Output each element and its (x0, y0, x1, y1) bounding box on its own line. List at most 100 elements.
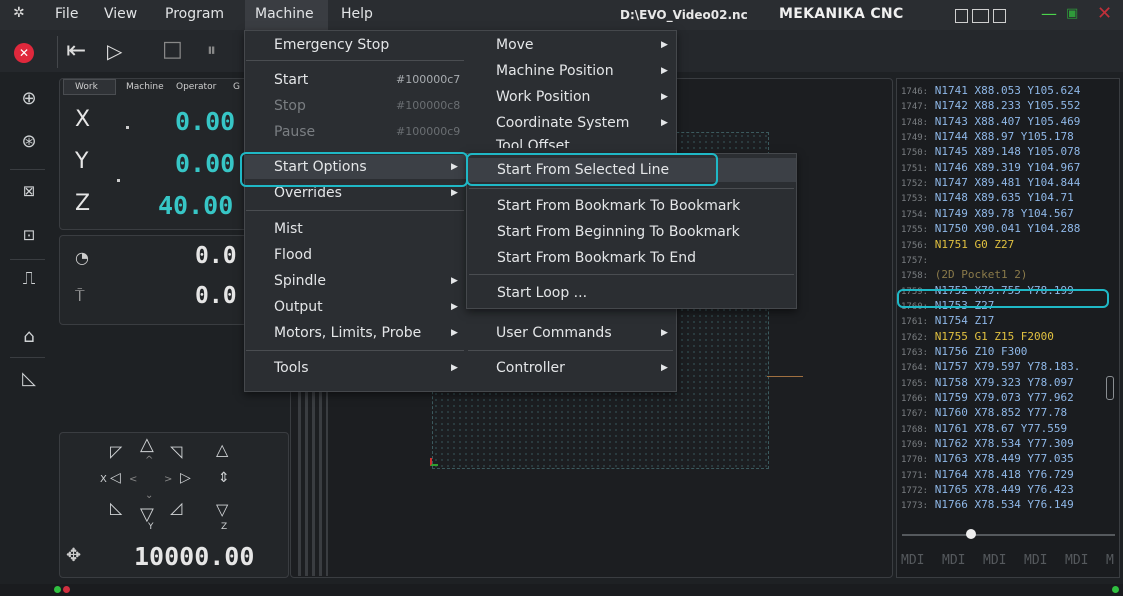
submenu-arrow-icon: ▶ (451, 363, 458, 373)
gcode-line[interactable]: 1763: N1756 Z10 F300 (901, 345, 1027, 358)
gcode-line[interactable]: 1758: (2D Pocket1 2) (901, 268, 1027, 281)
gcode-line[interactable]: 1762: N1755 G1 Z15 F2000 (901, 330, 1054, 343)
code-scrollbar[interactable] (1106, 376, 1114, 400)
menu-help[interactable]: Help (341, 6, 373, 22)
jog-x-label: X (100, 474, 107, 485)
submenu-arrow-icon: ▶ (661, 40, 668, 50)
gcode-line[interactable]: 1773: N1766 X78.534 Y76.149 (901, 498, 1074, 511)
jog-up-right-icon[interactable]: ◹ (170, 442, 182, 461)
menu-machine[interactable]: Machine (255, 6, 314, 22)
line-number: 1770: (901, 455, 929, 466)
gcode-line[interactable]: 1767: N1760 X78.852 Y77.78 (901, 406, 1067, 419)
menu-item-start-loop[interactable]: Start Loop ... (467, 281, 796, 305)
mdi-label[interactable]: MDI (901, 553, 924, 568)
mdi-label[interactable]: MDI (983, 553, 1006, 568)
menu-item-output[interactable]: Output ▶ (244, 295, 466, 319)
menu-item-spindle[interactable]: Spindle ▶ (244, 269, 466, 293)
gcode-line[interactable]: 1746: N1741 X88.053 Y105.624 (901, 84, 1080, 97)
gcode-line[interactable]: 1761: N1754 Z17 (901, 314, 994, 327)
menu-item-mist[interactable]: Mist (244, 217, 466, 241)
menu-item-start-beginning-to-bookmark[interactable]: Start From Beginning To Bookmark (467, 220, 796, 244)
jog-up-left-icon[interactable]: ◸ (110, 442, 122, 461)
gcode-line[interactable]: 1749: N1744 X88.97 Y105.178 (901, 130, 1074, 143)
line-code: N1748 X89.635 Y104.71 (934, 191, 1074, 205)
target-icon[interactable]: ⊕ (17, 87, 41, 111)
jog-z-up-icon[interactable]: △ (216, 440, 228, 459)
jog-z-down-icon[interactable]: ▽ (216, 500, 228, 519)
xy-target-icon[interactable]: ⊛ (17, 130, 41, 154)
layout-3-icon[interactable] (993, 9, 1006, 23)
menu-item-stop: Stop #100000c8 (244, 94, 466, 118)
jog-down-right-icon[interactable]: ◿ (170, 498, 182, 517)
menu-item-start[interactable]: Start #100000c7 (244, 68, 466, 92)
jog-z-both-icon[interactable]: ⇕ (218, 470, 230, 486)
menu-item-start-bookmark-to-end[interactable]: Start From Bookmark To End (467, 246, 796, 270)
emergency-stop-icon[interactable]: ✕ (14, 43, 34, 63)
gcode-line[interactable]: 1764: N1757 X79.597 Y78.183. (901, 360, 1080, 373)
jog-down-left-icon[interactable]: ◺ (110, 498, 122, 517)
close-icon[interactable]: ✕ (1097, 3, 1112, 24)
layout-2-icon[interactable] (972, 9, 989, 23)
code-hslider-handle[interactable] (966, 529, 976, 539)
menu-item-coordinate-system[interactable]: Coordinate System ▶ (466, 111, 675, 135)
menu-item-controller[interactable]: Controller ▶ (466, 356, 675, 380)
menu-item-tool-offset[interactable]: Tool Offset (466, 134, 675, 148)
menu-item-start-bookmark-to-bookmark[interactable]: Start From Bookmark To Bookmark (467, 194, 796, 218)
menu-view[interactable]: View (104, 6, 137, 22)
jog-right-icon[interactable]: ▷ (180, 470, 191, 486)
mdi-label[interactable]: M (1106, 553, 1114, 568)
line-number: 1748: (901, 117, 929, 128)
gcode-line[interactable]: 1756: N1751 G0 Z27 (901, 238, 1014, 251)
set-square-icon[interactable]: ◺ (17, 367, 41, 391)
gcode-line[interactable]: 1755: N1750 X90.041 Y104.288 (901, 222, 1080, 235)
menu-item-motors-limits-probe[interactable]: Motors, Limits, Probe ▶ (244, 321, 466, 345)
menu-item-flood[interactable]: Flood (244, 243, 466, 267)
tab-machine[interactable]: Machine (126, 82, 164, 92)
menu-item-machine-position[interactable]: Machine Position ▶ (466, 59, 675, 83)
gcode-line[interactable]: 1747: N1742 X88.233 Y105.552 (901, 99, 1080, 112)
layout-1-icon[interactable] (955, 9, 968, 23)
gcode-line[interactable]: 1751: N1746 X89.319 Y104.967 (901, 161, 1080, 174)
menu-item-tools[interactable]: Tools ▶ (244, 356, 466, 380)
tab-work[interactable]: Work (75, 82, 98, 92)
menu-item-user-commands[interactable]: User Commands ▶ (466, 321, 675, 345)
gcode-line[interactable]: 1748: N1743 X88.407 Y105.469 (901, 115, 1080, 128)
gcode-line[interactable]: 1770: N1763 X78.449 Y77.035 (901, 452, 1074, 465)
line-number: 1754: (901, 209, 929, 220)
tab-g[interactable]: G (233, 82, 240, 92)
maximize-icon[interactable]: ▣ (1066, 6, 1078, 21)
xy-zero-icon[interactable]: ⊠ (17, 179, 41, 203)
gauge-icon[interactable]: ⎍ (17, 267, 41, 291)
z-zero-icon[interactable]: ⊡ (17, 223, 41, 247)
mdi-label[interactable]: MDI (942, 553, 965, 568)
line-code: N1756 Z10 F300 (934, 344, 1028, 358)
gcode-line[interactable]: 1752: N1747 X89.481 Y104.844 (901, 176, 1080, 189)
menu-file[interactable]: File (55, 6, 78, 22)
line-number: 1753: (901, 194, 929, 205)
menu-item-emergency-stop[interactable]: Emergency Stop (244, 33, 466, 57)
menu-program[interactable]: Program (165, 6, 224, 22)
menu-item-work-position[interactable]: Work Position ▶ (466, 85, 675, 109)
gcode-line[interactable]: 1757: (901, 253, 935, 266)
gcode-line[interactable]: 1754: N1749 X89.78 Y104.567 (901, 207, 1074, 220)
gcode-line[interactable]: 1772: N1765 X78.449 Y76.423 (901, 483, 1074, 496)
mdi-label[interactable]: MDI (1065, 553, 1088, 568)
mdi-label[interactable]: MDI (1024, 553, 1047, 568)
minimize-icon[interactable]: — (1041, 4, 1057, 23)
jog-up-icon[interactable]: △ (140, 434, 154, 455)
play-icon[interactable]: ▷ (107, 39, 122, 63)
gcode-line[interactable]: 1750: N1745 X89.148 Y105.078 (901, 145, 1080, 158)
jog-left-icon[interactable]: ◁ (110, 470, 121, 486)
gcode-line[interactable]: 1768: N1761 X78.67 Y77.559 (901, 422, 1067, 435)
pause-icon[interactable]: ⏸ (207, 40, 216, 61)
gcode-line[interactable]: 1771: N1764 X78.418 Y76.729 (901, 468, 1074, 481)
gcode-line[interactable]: 1753: N1748 X89.635 Y104.71 (901, 191, 1074, 204)
tab-operator[interactable]: Operator (176, 82, 216, 92)
home-icon[interactable]: ⌂ (17, 325, 41, 349)
gcode-line[interactable]: 1766: N1759 X79.073 Y77.962 (901, 391, 1074, 404)
menu-item-move[interactable]: Move ▶ (466, 33, 675, 57)
gcode-line[interactable]: 1765: N1758 X79.323 Y78.097 (901, 376, 1074, 389)
exit-icon[interactable]: ⇤ (66, 36, 86, 64)
stop-icon[interactable]: □ (162, 37, 183, 62)
gcode-line[interactable]: 1769: N1762 X78.534 Y77.309 (901, 437, 1074, 450)
